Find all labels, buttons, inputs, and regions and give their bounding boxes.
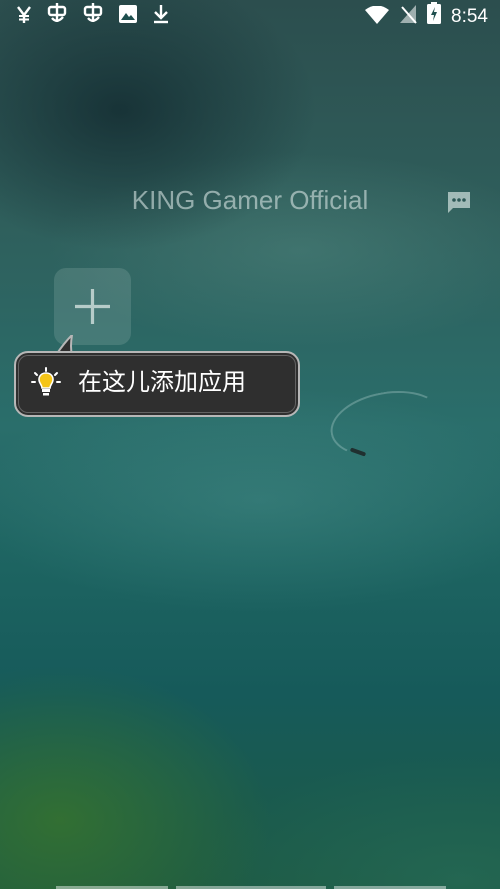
add-app-button[interactable] [54, 268, 131, 345]
bug-icon [46, 0, 68, 34]
tooltip-text: 在这儿添加应用 [78, 368, 246, 396]
image-icon [118, 0, 138, 34]
status-bar: 8:54 [0, 0, 500, 34]
status-bar-notifications [16, 0, 170, 34]
yuan-icon [16, 0, 32, 34]
lightbulb-icon [30, 366, 62, 398]
bug-icon [82, 0, 104, 34]
chat-bubble-icon[interactable] [446, 190, 472, 214]
folder-title[interactable]: KING Gamer Official [100, 185, 400, 216]
battery-charging-icon [427, 0, 442, 34]
wallpaper [0, 0, 500, 889]
clock: 8:54 [451, 6, 488, 27]
download-icon [152, 0, 170, 34]
no-signal-icon [399, 0, 417, 34]
status-bar-system: 8:54 [365, 0, 488, 34]
wifi-icon [365, 0, 390, 34]
plus-icon [75, 289, 110, 324]
